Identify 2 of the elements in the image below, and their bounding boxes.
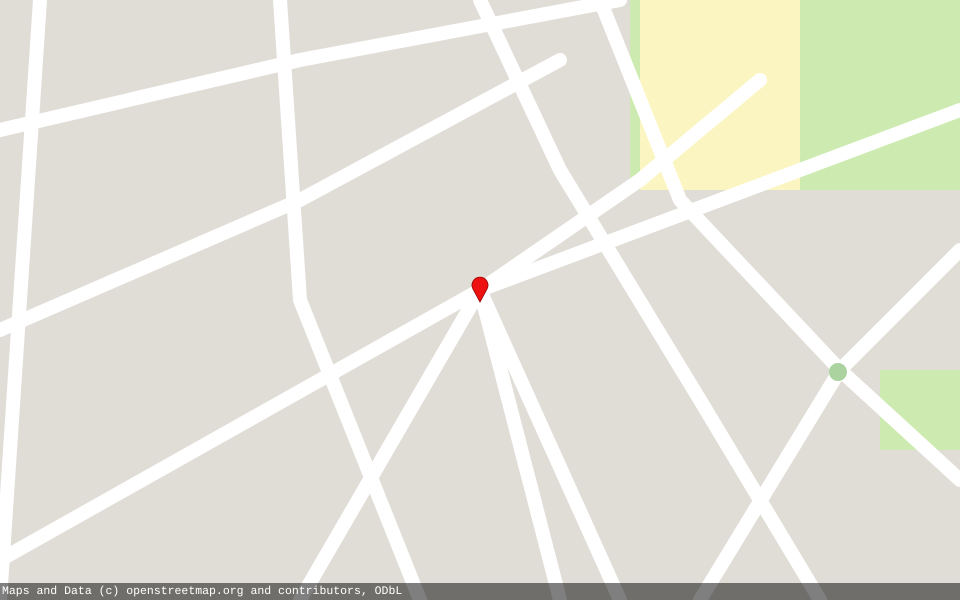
map-pin-icon (471, 275, 489, 303)
attribution-text: Maps and Data (c) openstreetmap.org and contributors, ODbL (2, 586, 402, 598)
